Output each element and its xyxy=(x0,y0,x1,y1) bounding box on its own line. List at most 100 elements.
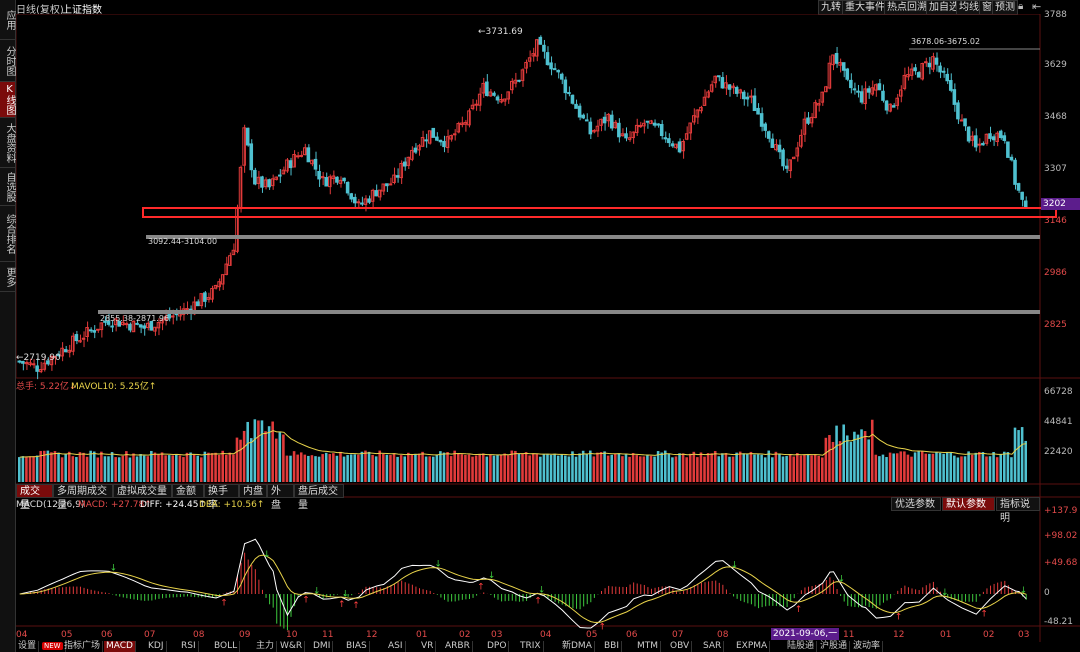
indicator-tab-8[interactable]: W&R xyxy=(278,641,306,652)
tab-volume-7[interactable]: 盘后成交量 xyxy=(294,484,344,511)
volume-bar xyxy=(171,455,175,482)
indicator-tab-6[interactable]: BOLL xyxy=(212,641,241,652)
volume-bar xyxy=(481,453,485,482)
candle-body xyxy=(609,114,614,129)
volume-bar xyxy=(656,451,660,482)
volume-bar xyxy=(742,453,746,482)
volume-bar xyxy=(242,430,246,482)
volume-bar xyxy=(631,452,635,482)
volume-bar xyxy=(82,452,85,482)
indicator-tab-7[interactable]: 主力 xyxy=(254,641,278,652)
indicator-tab-11[interactable]: ASI xyxy=(386,641,406,652)
indicator-tab-16[interactable]: 新DMA xyxy=(560,641,595,652)
tab-volume-1[interactable]: 多周期成交量 xyxy=(53,484,113,511)
tab-volume-5[interactable]: 内盘 xyxy=(239,484,267,498)
indicator-tab-17[interactable]: BBI xyxy=(602,641,623,652)
indicator-tab-9[interactable]: DMI xyxy=(311,641,334,652)
indicator-tab-18[interactable]: MTM xyxy=(635,641,662,652)
candle-body xyxy=(138,324,143,328)
candle-body xyxy=(592,129,596,133)
volume-bar xyxy=(985,456,988,482)
macd-tick: +137.9 xyxy=(1044,506,1078,516)
candle-body xyxy=(299,154,304,157)
tab-volume-4[interactable]: 换手率 xyxy=(204,484,239,511)
volume-bar xyxy=(339,451,342,482)
volume-bar xyxy=(164,455,167,482)
indicator-tab-0[interactable]: 设置 xyxy=(16,641,40,652)
month-tick: 03 xyxy=(1018,630,1030,640)
volume-bar xyxy=(978,451,981,482)
kline-chart[interactable]: ↓↑↓↑↓↑↓↑↓↑↓↑↓↑↓↑↓↑↓↑↓ xyxy=(16,14,1080,642)
candle-body xyxy=(517,79,521,82)
sidebar-item-3[interactable]: 大盘资料 xyxy=(0,118,15,168)
indicator-tab-4[interactable]: KDJ xyxy=(146,641,167,652)
candle-body xyxy=(899,89,903,97)
buy-arrow-icon: ↑ xyxy=(477,582,485,592)
buy-arrow-icon: ↑ xyxy=(895,613,903,623)
volume-bar xyxy=(578,453,581,482)
indicator-tab-13[interactable]: ARBR xyxy=(443,641,473,652)
tab-volume-0[interactable]: 成交量 xyxy=(16,484,53,511)
volume-bar xyxy=(560,454,564,482)
indicator-tab-5[interactable]: RSI xyxy=(179,641,199,652)
indicator-tab-10[interactable]: BIAS xyxy=(344,641,370,652)
indicator-tab-15[interactable]: TRIX xyxy=(518,641,544,652)
indicator-tab-24[interactable]: 波动率 xyxy=(851,641,884,652)
sidebar-item-2[interactable]: K线图 xyxy=(0,82,15,118)
candle-body xyxy=(253,169,257,185)
candle-body xyxy=(981,142,985,146)
indicator-tab-22[interactable]: 陆股通 xyxy=(785,641,818,652)
indicator-tab-14[interactable]: DPO xyxy=(485,641,510,652)
sidebar-item-6[interactable]: 更多 xyxy=(0,262,15,292)
volume-bar xyxy=(435,454,439,482)
candle-body xyxy=(263,179,268,188)
volume-bar xyxy=(638,456,642,482)
candle-body xyxy=(884,100,889,111)
volume-bar xyxy=(107,456,110,482)
indicator-tab-21[interactable]: EXPMA xyxy=(734,641,771,652)
volume-bar xyxy=(945,452,949,482)
volume-bar xyxy=(724,453,728,482)
volume-bar xyxy=(203,451,207,482)
volume-bar xyxy=(1020,427,1024,482)
sidebar-item-5[interactable]: 综合排名 xyxy=(0,206,15,262)
volume-bar xyxy=(614,453,617,482)
macd-button-0[interactable]: 优选参数 xyxy=(891,497,941,511)
macd-button-2[interactable]: 指标说明 xyxy=(996,497,1040,524)
collapse-icon[interactable]: ⇤ xyxy=(1032,0,1041,13)
sidebar-item-4[interactable]: 自选股 xyxy=(0,168,15,206)
lock-icon[interactable]: 🔒︎ xyxy=(1018,1,1023,12)
sidebar-item-1[interactable]: 分时图 xyxy=(0,40,15,82)
indicator-tab-3[interactable]: MACD xyxy=(104,641,136,652)
tab-volume-3[interactable]: 金额 xyxy=(172,484,204,498)
volume-bar xyxy=(571,451,574,482)
indicator-tab-19[interactable]: OBV xyxy=(668,641,693,652)
volume-bar xyxy=(845,435,849,482)
sidebar-item-0[interactable]: 应用 xyxy=(0,0,15,40)
indicator-tab-20[interactable]: SAR xyxy=(701,641,725,652)
macd-button-1[interactable]: 默认参数 xyxy=(942,497,995,511)
volume-bar xyxy=(160,452,164,482)
volume-bar xyxy=(806,453,810,482)
candle-body xyxy=(35,365,39,372)
volume-bar xyxy=(542,454,546,482)
indicator-tab-2[interactable]: 指标广场 xyxy=(62,641,104,652)
toolbar-button-2[interactable]: 热点回溯 xyxy=(884,0,930,15)
volume-bar xyxy=(274,438,278,482)
tab-volume-6[interactable]: 外盘 xyxy=(267,484,294,511)
volume-bar xyxy=(781,456,785,482)
toolbar-button-1[interactable]: 重大事件 xyxy=(842,0,888,15)
mavol-label: MAVOL10: 5.25亿↑ xyxy=(71,382,157,392)
indicator-tab-23[interactable]: 沪股通 xyxy=(818,641,851,652)
volume-bar xyxy=(260,420,264,482)
volume-bar xyxy=(18,457,21,482)
candle-body xyxy=(31,363,36,366)
indicator-tab-12[interactable]: VR xyxy=(419,641,437,652)
volume-bar xyxy=(942,453,945,482)
tab-volume-2[interactable]: 虚拟成交量 xyxy=(113,484,172,498)
volume-bar xyxy=(706,453,710,482)
toolbar-button-0[interactable]: 九转 xyxy=(818,0,844,15)
volume-bar xyxy=(489,454,492,482)
volume-bar xyxy=(903,451,906,482)
toolbar-button-6[interactable]: 预测 xyxy=(992,0,1018,15)
